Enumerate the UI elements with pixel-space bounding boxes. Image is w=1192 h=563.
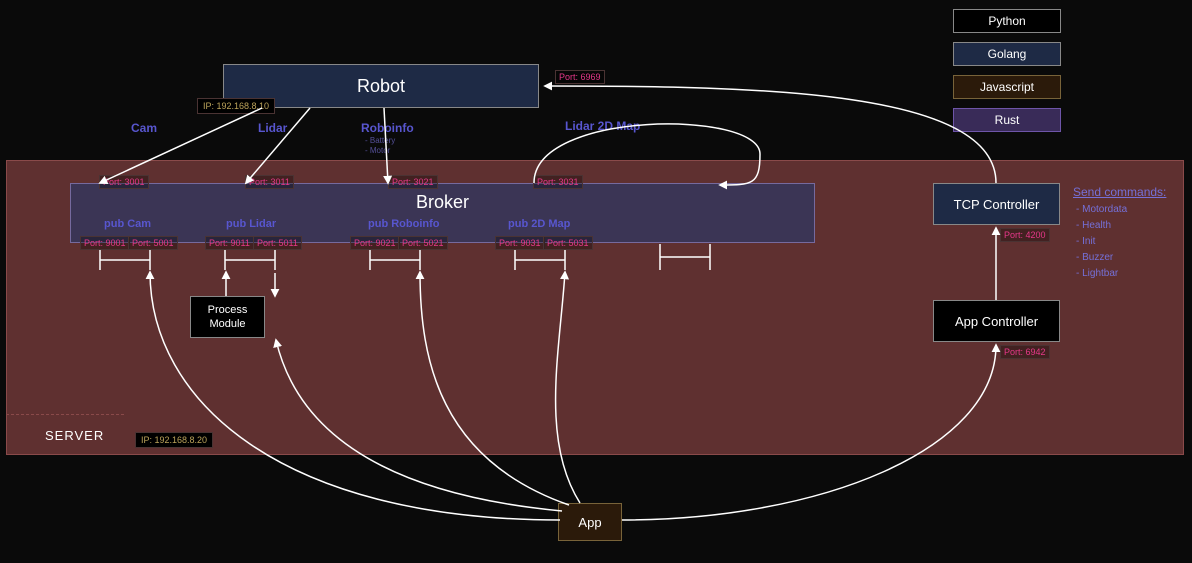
send-cmd-3: - Init: [1076, 234, 1095, 250]
node-app-controller: App Controller: [933, 300, 1060, 342]
server-ip: IP: 192.168.8.20: [135, 432, 213, 448]
port-5001: Port: 5001: [128, 236, 178, 250]
port-5031: Port: 5031: [543, 236, 593, 250]
output-roboinfo: Roboinfo: [361, 121, 414, 135]
pm-line1: Process: [208, 304, 248, 316]
port-3011: Port: 3011: [245, 175, 294, 189]
output-lidar: Lidar: [258, 121, 287, 135]
pub-2dmap: pub 2D Map: [508, 218, 570, 230]
port-3021: Port: 3021: [388, 175, 438, 189]
node-process-module: Process Module: [190, 296, 265, 338]
port-9011: Port: 9011: [205, 236, 254, 250]
send-commands-title: Send commands:: [1073, 185, 1166, 199]
port-5021: Port: 5021: [398, 236, 448, 250]
broker-title: Broker: [71, 192, 814, 213]
node-tcp-controller: TCP Controller: [933, 183, 1060, 225]
port-6942: Port: 6942: [1000, 345, 1050, 359]
send-cmd-4: - Buzzer: [1076, 250, 1113, 266]
legend-golang: Golang: [953, 42, 1061, 66]
send-cmd-5: - Lightbar: [1076, 266, 1118, 282]
pub-cam: pub Cam: [104, 218, 151, 230]
send-cmd-1: - Motordata: [1076, 202, 1127, 218]
pm-line2: Module: [209, 318, 245, 330]
legend-python: Python: [953, 9, 1061, 33]
robot-ip: IP: 192.168.8.10: [197, 98, 275, 114]
port-9021: Port: 9021: [350, 236, 400, 250]
output-cam: Cam: [131, 121, 157, 135]
pub-lidar: pub Lidar: [226, 218, 276, 230]
node-broker: Broker: [70, 183, 815, 243]
port-3001: Port: 3001: [99, 175, 149, 189]
port-9031: Port: 9031: [495, 236, 545, 250]
roboinfo-sub2: - Motor: [365, 146, 390, 155]
legend-javascript: Javascript: [953, 75, 1061, 99]
node-app: App: [558, 503, 622, 541]
legend-rust: Rust: [953, 108, 1061, 132]
pub-roboinfo: pub Roboinfo: [368, 218, 439, 230]
port-4200: Port: 4200: [1000, 228, 1050, 242]
port-9001: Port: 9001: [80, 236, 130, 250]
port-5011: Port: 5011: [253, 236, 302, 250]
send-cmd-2: - Health: [1076, 218, 1111, 234]
roboinfo-sub1: - Battery: [365, 136, 395, 145]
server-label: SERVER: [45, 428, 104, 443]
output-lidar2d: Lidar 2D Map: [565, 119, 640, 133]
port-3031: Port: 3031: [533, 175, 583, 189]
robot-port-6969: Port: 6969: [555, 70, 605, 84]
